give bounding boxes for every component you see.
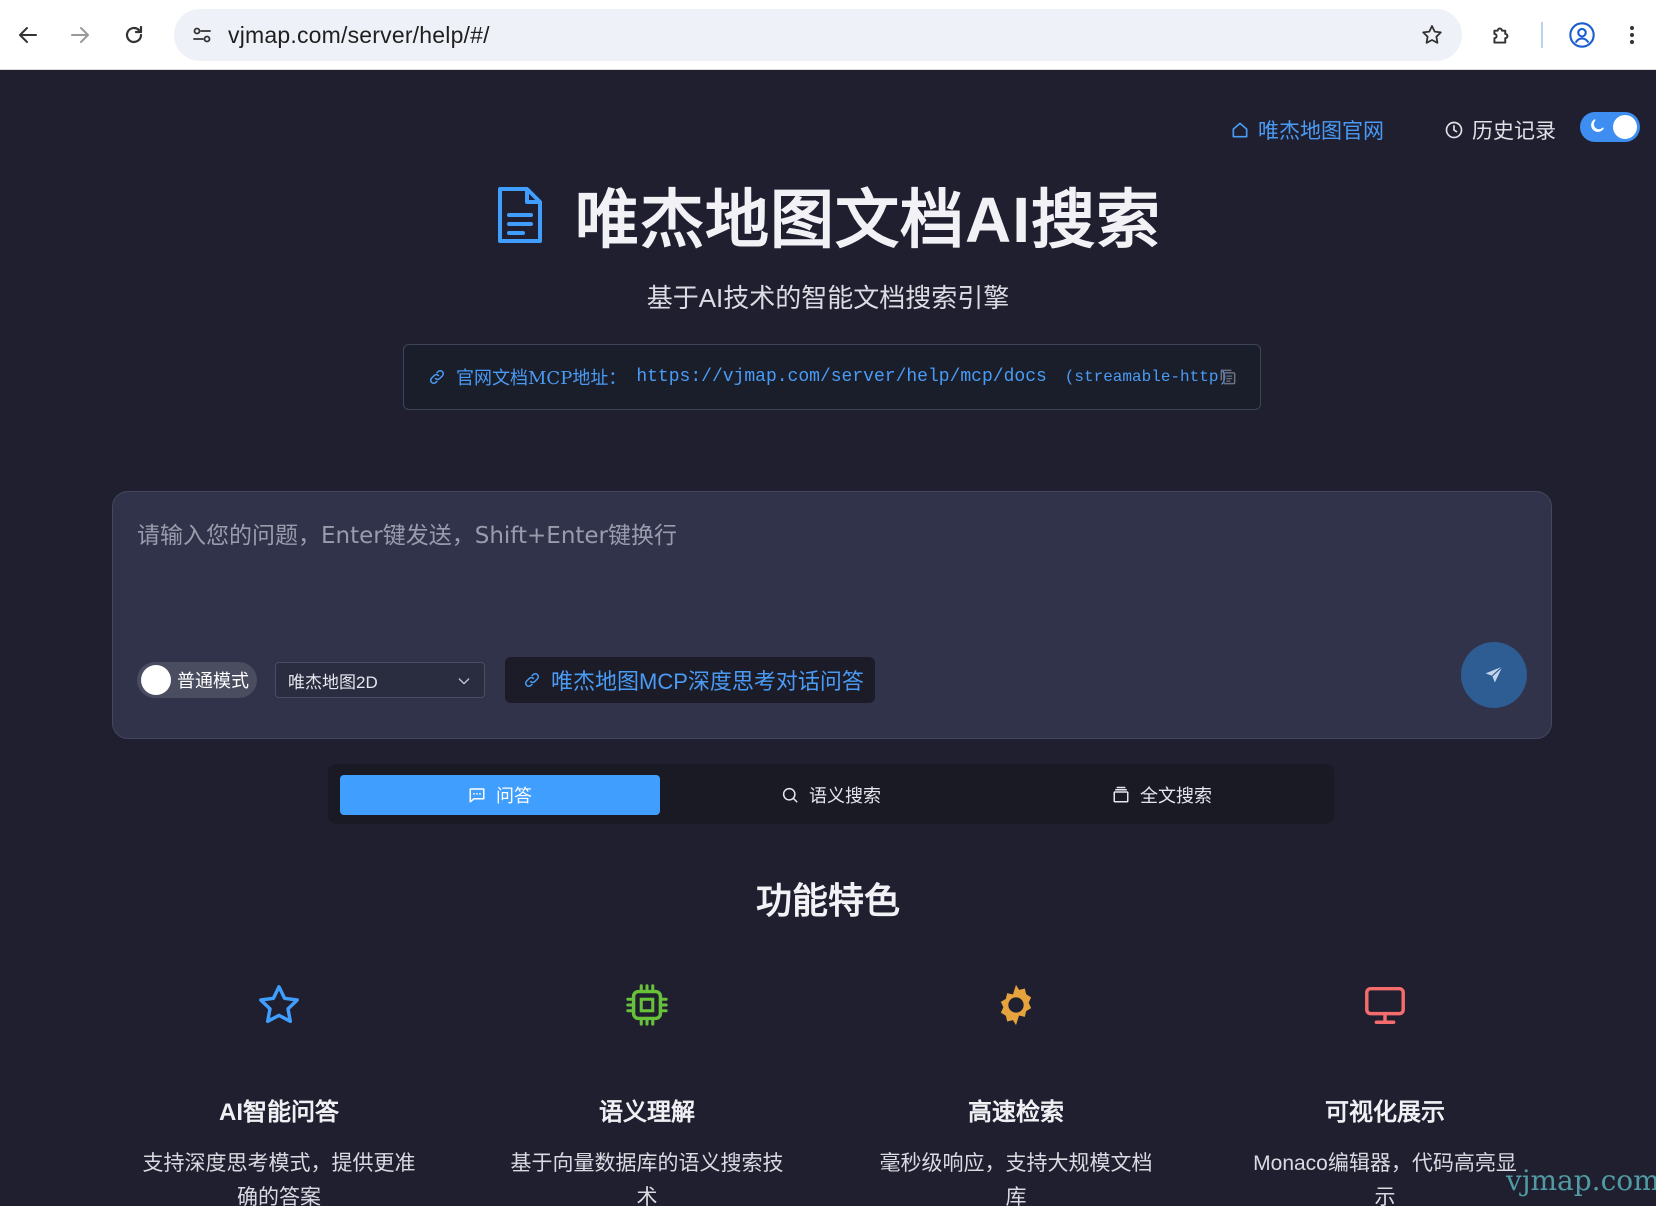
question-input[interactable] [137,516,1527,626]
home-icon [1232,122,1248,138]
theme-toggle-knob [1613,115,1637,139]
reload-button[interactable] [114,15,154,55]
feature-fast-search: 高速检索 毫秒级响应，支持大规模文档库 [866,970,1166,1206]
back-button[interactable] [8,15,48,55]
puzzle-icon [1493,27,1509,44]
document-icon [498,187,542,243]
feature-ai-qa: AI智能问答 支持深度思考模式，提供更准确的答案 [129,970,429,1206]
forward-button[interactable] [60,15,100,55]
feature-desc: 支持深度思考模式，提供更准确的答案 [142,1152,416,1206]
toolbar-divider [1541,22,1543,48]
mcp-deep-chat-button[interactable]: 唯杰地图MCP深度思考对话问答 [505,657,875,703]
browser-toolbar: vjmap.com/server/help/#/ [0,0,1656,70]
page-content: 唯杰地图官网 历史记录 唯杰地图文档AI搜索 基于AI技术的智能文档搜索引擎 官… [0,70,1656,1206]
tab-qa-label: 问答 [496,786,532,806]
official-site-link[interactable]: 唯杰地图官网 [1230,112,1384,148]
page-title: 唯杰地图文档AI搜索 [575,184,1161,256]
mode-label: 普通模式 [177,671,249,691]
chevron-down-icon [458,678,470,685]
tab-qa[interactable]: 问答 [340,775,660,815]
feature-title: 可视化展示 [1325,1099,1445,1126]
mcp-label: 官网文档MCP地址： [456,368,627,389]
watermark: vjmap.com [1506,1164,1656,1197]
link-icon [429,369,445,385]
browser-menu-button[interactable] [1616,15,1648,55]
cpu-icon [626,984,668,1026]
mcp-deep-chat-label: 唯杰地图MCP深度思考对话问答 [551,669,864,694]
map-type-value: 唯杰地图2D [288,672,378,692]
tab-semantic-search[interactable]: 语义搜索 [671,775,991,815]
feature-visualization: 可视化展示 Monaco编辑器，代码高亮显示 [1235,970,1535,1206]
history-label: 历史记录 [1472,120,1556,143]
mcp-protocol: (streamable-http) [1064,368,1229,386]
tab-semantic-search-label: 语义搜索 [809,786,881,806]
account-icon [1569,22,1595,48]
hero-header: 唯杰地图文档AI搜索 [0,175,1656,256]
gear-icon [1000,984,1032,1026]
page-subtitle: 基于AI技术的智能文档搜索引擎 [646,283,1010,313]
feature-desc: 毫秒级响应，支持大规模文档库 [879,1152,1153,1206]
stack-icon [1113,786,1129,803]
reload-icon [125,25,143,44]
profile-button[interactable] [1562,15,1602,55]
feature-title: AI智能问答 [219,1099,339,1126]
mode-switch[interactable]: 普通模式 [137,662,257,698]
url-text[interactable]: vjmap.com/server/help/#/ [228,22,490,49]
mcp-url[interactable]: https://vjmap.com/server/help/mcp/docs [636,367,1046,387]
link-icon [524,672,540,688]
moon-icon [1591,119,1604,132]
chat-icon [469,788,485,803]
monitor-icon [1365,986,1405,1024]
tab-fulltext-search[interactable]: 全文搜索 [1002,775,1322,815]
map-type-select[interactable]: 唯杰地图2D [275,662,485,698]
feature-desc: 基于向量数据库的语义搜索技术 [510,1152,784,1206]
extensions-button[interactable] [1482,15,1522,55]
bookmark-star-icon[interactable] [1416,19,1448,51]
send-button[interactable] [1461,642,1527,708]
features-title: 功能特色 [755,880,900,921]
mcp-address-box: 官网文档MCP地址： https://vjmap.com/server/help… [403,344,1261,410]
theme-toggle[interactable] [1580,112,1640,142]
site-settings-icon[interactable] [186,19,218,51]
feature-title: 高速检索 [968,1099,1064,1126]
copy-icon[interactable] [1218,367,1238,391]
official-site-label: 唯杰地图官网 [1258,120,1384,143]
search-mode-tabs: 问答 语义搜索 全文搜索 [328,764,1334,824]
clock-icon [1445,121,1463,139]
send-icon [1485,666,1503,683]
feature-title: 语义理解 [599,1099,695,1126]
search-icon [782,787,798,803]
arrow-left-icon [19,27,37,43]
star-icon [259,985,299,1024]
arrow-right-icon [71,27,89,43]
search-card: 普通模式 唯杰地图2D 唯杰地图MCP深度思考对话问答 [112,491,1552,739]
tab-fulltext-search-label: 全文搜索 [1140,786,1212,806]
more-vertical-icon [1630,26,1634,44]
feature-semantic: 语义理解 基于向量数据库的语义搜索技术 [497,970,797,1206]
history-link[interactable]: 历史记录 [1444,112,1556,148]
feature-desc: Monaco编辑器，代码高亮显示 [1253,1152,1517,1206]
mode-switch-knob [141,665,171,695]
address-bar[interactable]: vjmap.com/server/help/#/ [174,9,1462,61]
